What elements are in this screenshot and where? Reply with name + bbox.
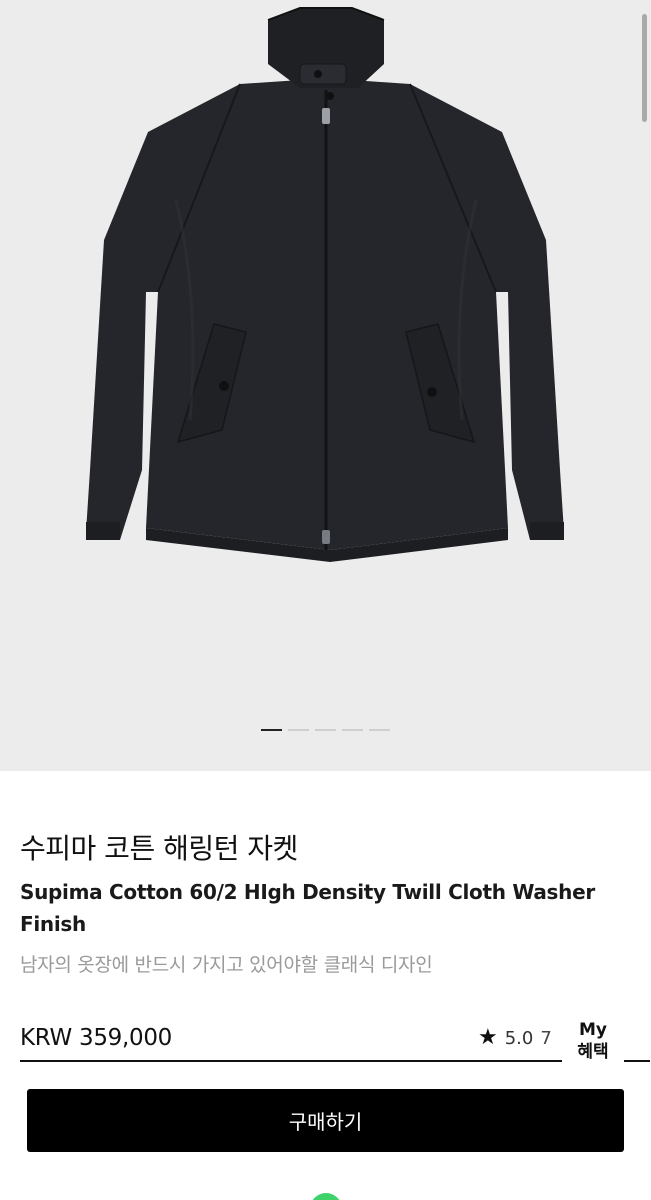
rating[interactable]: ★ 5.0 7 (478, 1027, 552, 1049)
pagination-dot[interactable] (342, 729, 363, 731)
my-benefit-button[interactable]: My 혜택 (562, 1016, 624, 1071)
product-title-ko: 수피마 코튼 해링턴 자켓 (20, 832, 298, 865)
product-subtitle: 남자의 옷장에 반드시 가지고 있어야할 클래식 디자인 (20, 954, 433, 976)
rating-value: 5.0 (504, 1027, 534, 1049)
product-title-en: Supima Cotton 60/2 HIgh Density Twill Cl… (20, 880, 595, 936)
review-count: 7 (540, 1027, 552, 1049)
product-price: KRW 359,000 (20, 1025, 172, 1051)
chat-button[interactable] (310, 1193, 342, 1200)
benefit-label: 혜택 (577, 1042, 609, 1062)
divider (20, 1060, 650, 1062)
buy-button[interactable]: 구매하기 (27, 1089, 624, 1152)
pagination-dot[interactable] (261, 729, 282, 731)
jacket-image (86, 7, 564, 562)
pagination-dot[interactable] (315, 729, 336, 731)
product-image-gallery[interactable] (0, 0, 651, 771)
pagination-dot[interactable] (288, 729, 309, 731)
gallery-pagination (0, 729, 651, 731)
scrollbar[interactable] (642, 14, 647, 122)
pagination-dot[interactable] (369, 729, 390, 731)
my-label: My (579, 1020, 607, 1040)
product-page: 수피마 코튼 해링턴 자켓 Supima Cotton 60/2 HIgh De… (0, 0, 651, 1200)
star-icon: ★ (478, 1025, 498, 1050)
